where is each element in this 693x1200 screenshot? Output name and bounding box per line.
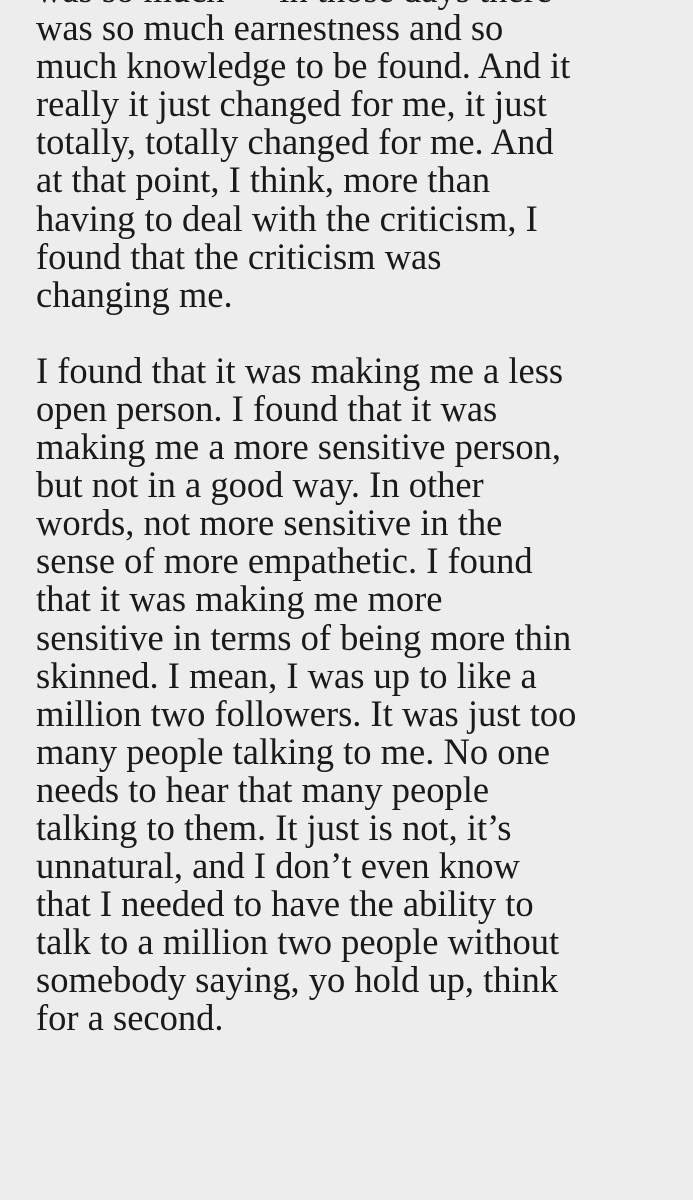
- text-line: having to deal with the criticism, I: [36, 197, 538, 239]
- text-line: changing me.: [36, 273, 233, 315]
- text-line: that I needed to have the ability to: [36, 883, 534, 925]
- text-line: talk to a million two people without: [36, 921, 560, 963]
- text-line: words, not more sensitive in the: [36, 502, 503, 544]
- text-line: talking to them. It just is not, it’s: [36, 806, 512, 848]
- text-line: open person. I found that it was: [36, 387, 498, 429]
- text-line: needs to hear that many people: [36, 768, 490, 810]
- text-line: unnatural, and I don’t even know: [36, 845, 520, 887]
- article-body: was so much — in those days there was so…: [36, 0, 686, 1038]
- text-line: I found that it was making me a less: [36, 349, 564, 391]
- text-line: somebody saying, yo hold up, think: [36, 959, 559, 1001]
- text-line: much knowledge to be found. And it: [36, 45, 571, 87]
- text-line: found that the criticism was: [36, 235, 442, 277]
- text-line: million two followers. It was just too: [36, 692, 577, 734]
- paragraph-1: was so much — in those days there was so…: [36, 0, 686, 314]
- text-line: but not in a good way. In other: [36, 464, 484, 506]
- text-line: really it just changed for me, it just: [36, 83, 547, 125]
- text-line: for a second.: [36, 997, 224, 1039]
- text-line: at that point, I think, more than: [36, 159, 491, 201]
- text-line: sensitive in terms of being more thin: [36, 616, 572, 658]
- text-line: that it was making me more: [36, 578, 443, 620]
- article-page: was so much — in those days there was so…: [0, 0, 693, 1200]
- text-line: totally, totally changed for me. And: [36, 121, 554, 163]
- paragraph-2: I found that it was making me a less ope…: [36, 349, 686, 1039]
- text-line: sense of more empathetic. I found: [36, 540, 533, 582]
- text-line: many people talking to me. No one: [36, 730, 550, 772]
- text-line: making me a more sensitive person,: [36, 426, 562, 468]
- text-line: skinned. I mean, I was up to like a: [36, 654, 537, 696]
- text-line: was so much earnestness and so: [36, 7, 504, 49]
